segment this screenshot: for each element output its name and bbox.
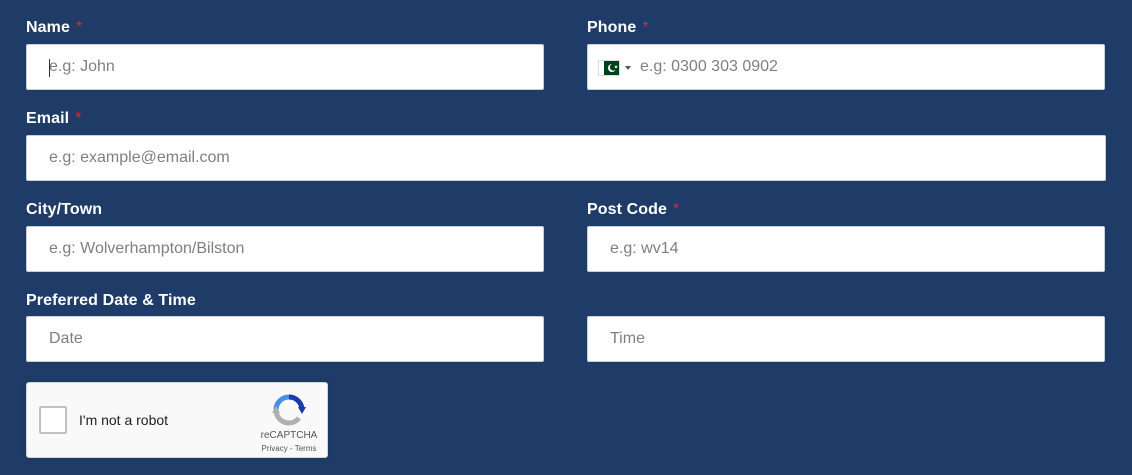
email-field[interactable] xyxy=(26,135,1106,181)
name-field[interactable] xyxy=(26,44,544,90)
date-field[interactable] xyxy=(26,316,544,362)
terms-link[interactable]: Terms xyxy=(295,444,317,453)
datetime-label: Preferred Date & Time xyxy=(26,292,196,310)
required-marker: * xyxy=(75,19,83,36)
name-label-text: Name xyxy=(26,19,70,36)
recaptcha-brand: reCAPTCHA xyxy=(260,430,318,441)
recaptcha-links: Privacy - Terms xyxy=(249,444,329,453)
name-label: Name * xyxy=(26,19,82,37)
city-label-text: City/Town xyxy=(26,201,103,218)
email-input[interactable] xyxy=(27,136,1105,180)
city-input[interactable] xyxy=(27,227,543,271)
time-field[interactable] xyxy=(587,316,1105,362)
required-marker: * xyxy=(642,19,649,36)
postcode-field[interactable] xyxy=(587,226,1105,272)
phone-input[interactable] xyxy=(588,45,1104,89)
city-field[interactable] xyxy=(26,226,544,272)
phone-label-text: Phone xyxy=(587,19,637,36)
email-label: Email * xyxy=(26,110,82,128)
pakistan-flag-icon xyxy=(598,60,620,76)
date-input[interactable] xyxy=(27,317,543,361)
datetime-label-text: Preferred Date & Time xyxy=(26,292,196,309)
country-code-dropdown[interactable] xyxy=(598,59,631,77)
required-marker: * xyxy=(673,201,680,218)
text-cursor xyxy=(49,59,50,77)
recaptcha-checkbox[interactable] xyxy=(39,406,67,434)
name-input[interactable] xyxy=(27,45,543,89)
recaptcha-label: I'm not a robot xyxy=(79,412,169,428)
time-input[interactable] xyxy=(588,317,1104,361)
recaptcha-logo-icon xyxy=(272,394,306,426)
chevron-down-icon xyxy=(625,66,631,70)
required-marker: * xyxy=(75,110,82,127)
email-label-text: Email xyxy=(26,110,70,127)
link-separator: - xyxy=(287,444,295,453)
phone-field[interactable] xyxy=(587,44,1105,90)
postcode-label-text: Post Code xyxy=(587,201,668,218)
postcode-input[interactable] xyxy=(588,227,1104,271)
city-label: City/Town xyxy=(26,201,102,219)
privacy-link[interactable]: Privacy xyxy=(262,444,288,453)
phone-label: Phone * xyxy=(587,19,649,37)
postcode-label: Post Code * xyxy=(587,201,679,219)
recaptcha-widget: I'm not a robot reCAPTCHA Privacy - Term… xyxy=(26,382,328,458)
